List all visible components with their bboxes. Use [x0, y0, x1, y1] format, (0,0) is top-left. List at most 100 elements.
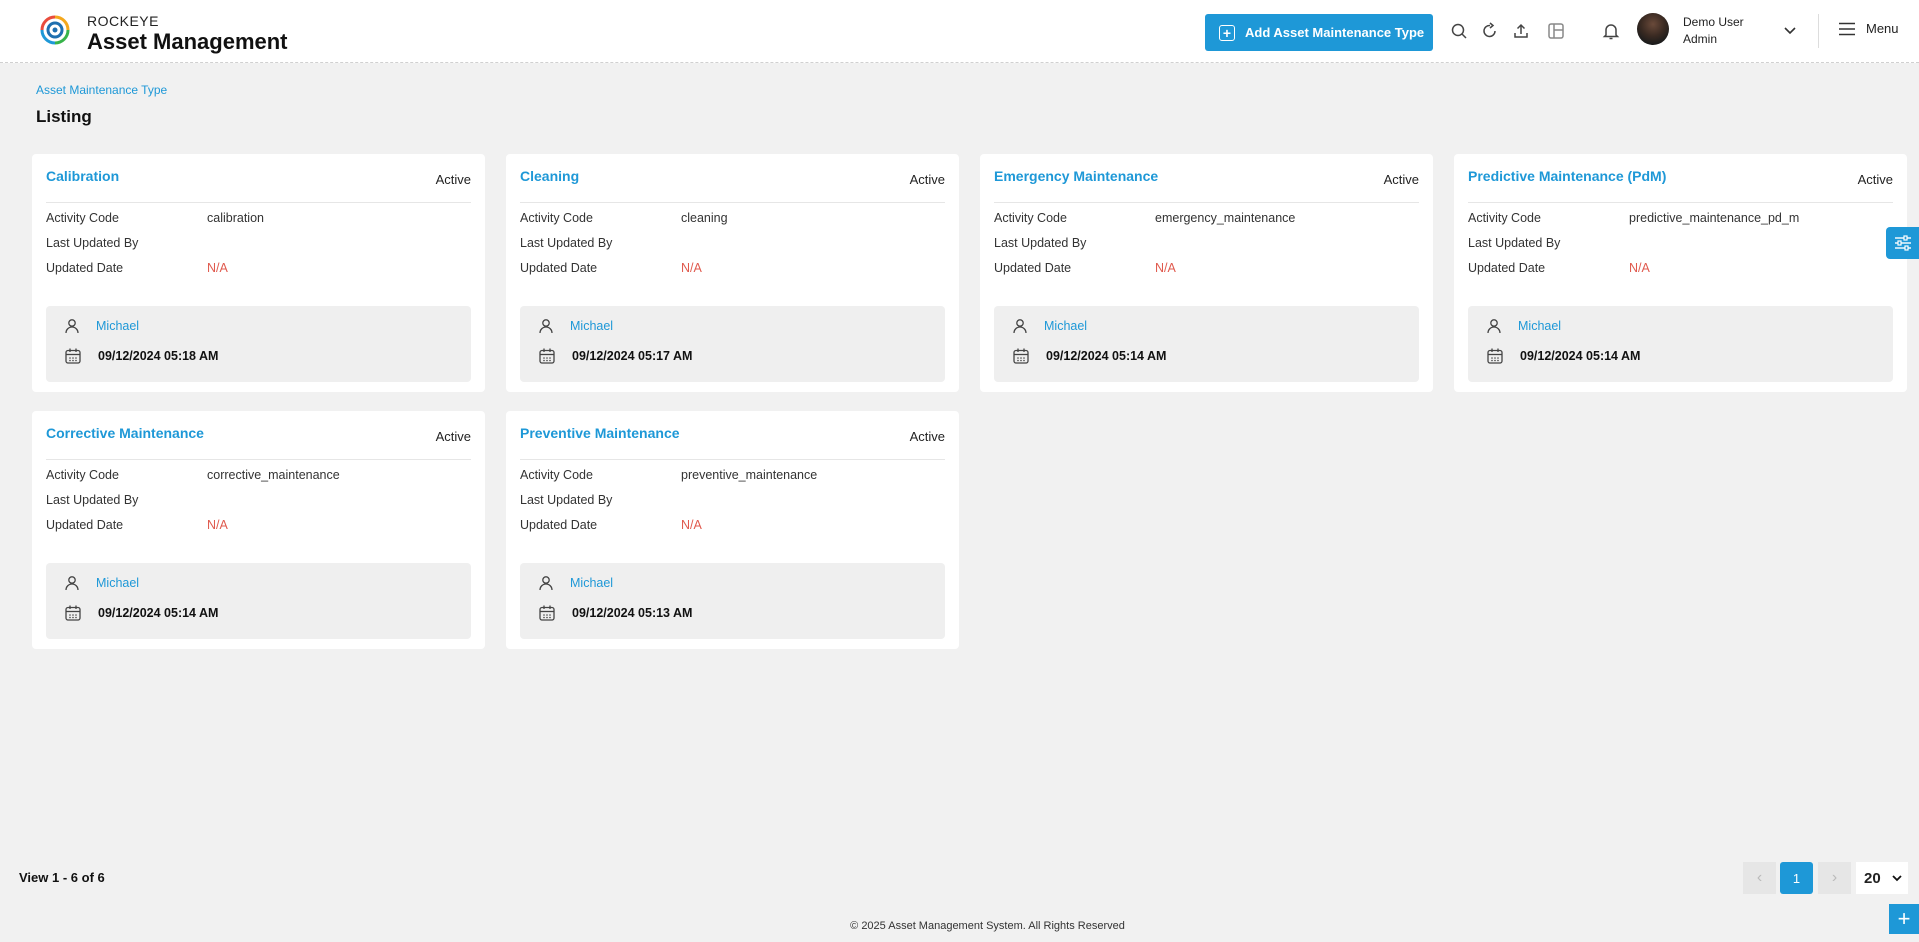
activity-code-value: corrective_maintenance [207, 468, 340, 482]
status-badge: Active [909, 429, 945, 444]
add-fab-button[interactable]: + [1889, 904, 1919, 934]
created-by-row: Michael [1486, 318, 1561, 334]
search-icon[interactable] [1450, 22, 1468, 40]
user-icon [65, 319, 79, 334]
chevron-left-icon: ‹ [1756, 869, 1763, 886]
created-by-user[interactable]: Michael [570, 319, 613, 333]
chevron-down-icon[interactable] [1782, 22, 1798, 38]
card-title[interactable]: Calibration [46, 168, 119, 184]
card-title[interactable]: Corrective Maintenance [46, 425, 204, 441]
activity-code-value: emergency_maintenance [1155, 211, 1296, 225]
activity-code-value: preventive_maintenance [681, 468, 818, 482]
activity-code-value: cleaning [681, 211, 728, 225]
activity-code-label: Activity Code [46, 468, 119, 482]
card-title[interactable]: Cleaning [520, 168, 579, 184]
updated-date-row: Updated Date N/A [994, 261, 1419, 278]
card-title[interactable]: Preventive Maintenance [520, 425, 680, 441]
created-by-row: Michael [64, 318, 139, 334]
user-icon [539, 319, 553, 334]
user-icon [539, 576, 553, 591]
card-meta-box: Michael 09/12/2024 05:14 AM [994, 306, 1419, 382]
updated-date-label: Updated Date [46, 261, 124, 275]
page-size-value: 20 [1864, 869, 1881, 887]
header-divider [1818, 14, 1819, 48]
card-meta-box: Michael 09/12/2024 05:13 AM [520, 563, 945, 639]
upload-icon[interactable] [1512, 22, 1530, 40]
brand: ROCKEYE Asset Management [87, 13, 288, 55]
top-header: ROCKEYE Asset Management + Add Asset Mai… [0, 0, 1919, 63]
status-badge: Active [909, 172, 945, 187]
created-date-row: 09/12/2024 05:13 AM [538, 604, 692, 622]
updated-date-label: Updated Date [520, 261, 598, 275]
user-info[interactable]: Demo User Admin [1683, 14, 1744, 48]
created-date-row: 09/12/2024 05:14 AM [64, 604, 218, 622]
rockeye-logo[interactable] [36, 11, 74, 49]
filter-toggle-button[interactable] [1886, 227, 1919, 259]
card-title[interactable]: Predictive Maintenance (PdM) [1468, 168, 1666, 184]
view-count: View 1 - 6 of 6 [19, 870, 105, 885]
brand-top-text: ROCKEYE [87, 13, 159, 29]
previous-page-button[interactable]: ‹ [1743, 862, 1776, 894]
brand-main-text: Asset Management [87, 29, 288, 54]
card-header: Corrective Maintenance Active [46, 425, 471, 460]
maintenance-type-card[interactable]: Cleaning Active Activity Code cleaning L… [506, 154, 959, 392]
activity-code-value: predictive_maintenance_pd_m [1629, 211, 1800, 225]
card-header: Emergency Maintenance Active [994, 168, 1419, 203]
avatar[interactable] [1637, 13, 1669, 45]
activity-code-row: Activity Code preventive_maintenance [520, 468, 945, 485]
last-updated-by-row: Last Updated By [46, 236, 471, 253]
refresh-icon[interactable] [1481, 22, 1499, 40]
status-badge: Active [1383, 172, 1419, 187]
created-by-row: Michael [538, 575, 613, 591]
calendar-icon [539, 605, 555, 621]
page-button[interactable]: 1 [1780, 862, 1813, 894]
updated-date-row: Updated Date N/A [46, 518, 471, 535]
updated-date-row: Updated Date N/A [46, 261, 471, 278]
updated-date-value: N/A [207, 518, 228, 532]
created-by-row: Michael [1012, 318, 1087, 334]
maintenance-type-card[interactable]: Calibration Active Activity Code calibra… [32, 154, 485, 392]
card-header: Preventive Maintenance Active [520, 425, 945, 460]
breadcrumb[interactable]: Asset Maintenance Type [36, 83, 167, 97]
bell-icon[interactable] [1602, 22, 1620, 40]
activity-code-row: Activity Code emergency_maintenance [994, 211, 1419, 228]
maintenance-type-card[interactable]: Preventive Maintenance Active Activity C… [506, 411, 959, 649]
activity-code-label: Activity Code [1468, 211, 1541, 225]
updated-date-value: N/A [207, 261, 228, 275]
created-by-user[interactable]: Michael [1518, 319, 1561, 333]
calendar-icon [1013, 348, 1029, 364]
layout-icon[interactable] [1547, 22, 1565, 40]
status-badge: Active [435, 429, 471, 444]
user-name: Demo User [1683, 15, 1744, 29]
last-updated-by-label: Last Updated By [520, 236, 613, 250]
plus-icon: + [1897, 906, 1911, 931]
activity-code-label: Activity Code [520, 211, 593, 225]
next-page-button[interactable]: › [1818, 862, 1851, 894]
hamburger-icon [1839, 22, 1855, 35]
add-asset-maintenance-type-button[interactable]: + Add Asset Maintenance Type [1205, 14, 1433, 51]
maintenance-type-card[interactable]: Emergency Maintenance Active Activity Co… [980, 154, 1433, 392]
sliders-icon [1894, 235, 1911, 251]
page-title: Listing [36, 107, 92, 126]
user-icon [1013, 319, 1027, 334]
calendar-icon [65, 348, 81, 364]
created-by-user[interactable]: Michael [570, 576, 613, 590]
created-datetime: 09/12/2024 05:13 AM [572, 606, 693, 620]
created-by-user[interactable]: Michael [1044, 319, 1087, 333]
maintenance-type-card[interactable]: Corrective Maintenance Active Activity C… [32, 411, 485, 649]
updated-date-value: N/A [1155, 261, 1176, 275]
created-by-user[interactable]: Michael [96, 319, 139, 333]
last-updated-by-label: Last Updated By [46, 236, 139, 250]
created-date-row: 09/12/2024 05:14 AM [1012, 347, 1166, 365]
maintenance-type-card[interactable]: Predictive Maintenance (PdM) Active Acti… [1454, 154, 1907, 392]
activity-code-label: Activity Code [46, 211, 119, 225]
created-by-user[interactable]: Michael [96, 576, 139, 590]
card-header: Calibration Active [46, 168, 471, 203]
page-size-select[interactable]: 20 [1856, 862, 1908, 894]
created-by-row: Michael [64, 575, 139, 591]
activity-code-row: Activity Code predictive_maintenance_pd_… [1468, 211, 1893, 228]
status-badge: Active [435, 172, 471, 187]
menu-button[interactable]: Menu [1838, 21, 1899, 36]
card-title[interactable]: Emergency Maintenance [994, 168, 1158, 184]
status-badge: Active [1857, 172, 1893, 187]
